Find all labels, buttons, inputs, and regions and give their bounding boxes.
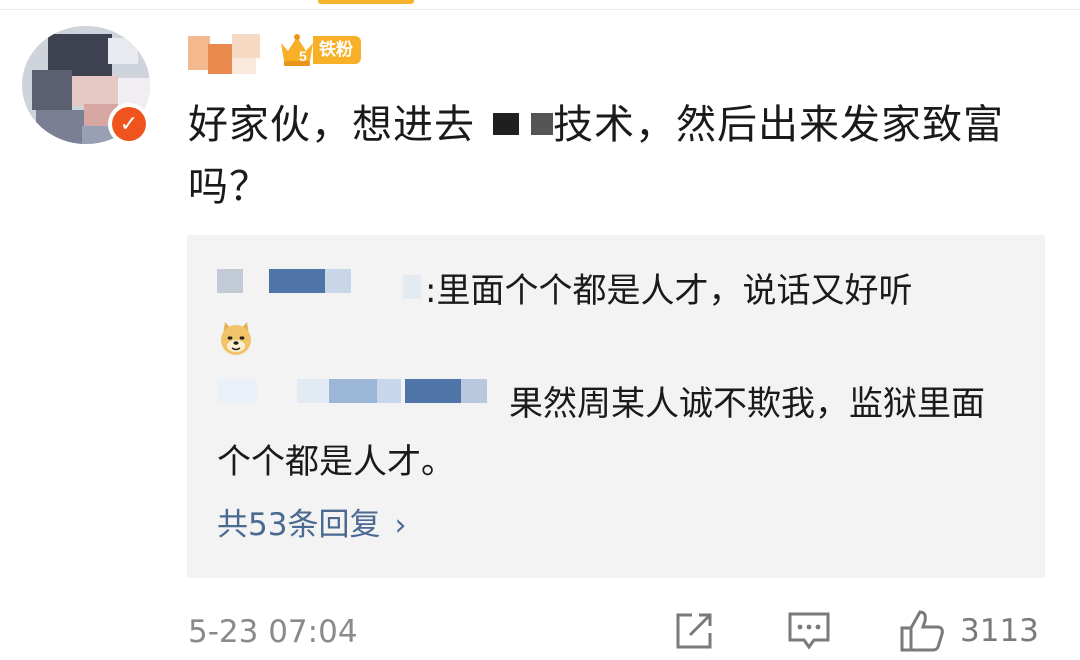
doge-emoji-icon (217, 319, 255, 357)
redacted-block (531, 113, 553, 135)
chevron-right-icon: › (394, 508, 407, 543)
timestamp: 5-23 07:04 (188, 614, 358, 650)
redacted-text (519, 113, 531, 135)
share-button[interactable] (672, 606, 716, 656)
reply-author[interactable] (217, 269, 422, 299)
share-icon (676, 613, 712, 649)
reply-text: :里面个个都是人才，说话又好听 (425, 265, 912, 317)
like-count: 3113 (960, 613, 1039, 649)
reply-preview-box[interactable]: :里面个个都是人才，说话又好听 果然周某人诚不欺我，监狱里面个个都是人才。 共5… (187, 235, 1045, 578)
fan-level: 5 (299, 48, 307, 64)
comment-text: 好家伙，想进去 技术，然后出来发家致富吗？ (188, 94, 1048, 218)
reply-text: 果然周某人诚不欺我，监狱里面个个都是人才。 (217, 384, 985, 482)
reply-text: 里面个个都是人才，说话又好听 (436, 271, 913, 311)
crown-icon: 5 (277, 31, 317, 69)
verified-badge-icon: ✓ (108, 103, 150, 145)
reply-separator: : (425, 271, 437, 311)
top-tab-indicator (318, 0, 414, 4)
redacted-block (493, 113, 519, 135)
like-button[interactable]: 3113 (898, 606, 1039, 656)
fan-badge: 5 铁粉 (277, 32, 361, 68)
more-replies-label: 共53条回复 (217, 507, 381, 543)
fan-badge-label: 铁粉 (313, 36, 361, 64)
divider (0, 9, 1080, 10)
redacted-text (475, 113, 493, 135)
weibo-comment-page: ✓ 5 铁粉 好家伙，想进去 技术，然后出来发家致富吗？:里面个个都是人才，说… (0, 0, 1080, 660)
comment-button[interactable] (786, 606, 832, 656)
thumbs-up-icon (900, 610, 944, 652)
comment-text-part: 好家伙，想进去 (188, 102, 475, 148)
comment-icon (788, 612, 830, 650)
more-replies-link[interactable]: 共53条回复 › (217, 503, 406, 548)
username[interactable] (188, 30, 272, 76)
